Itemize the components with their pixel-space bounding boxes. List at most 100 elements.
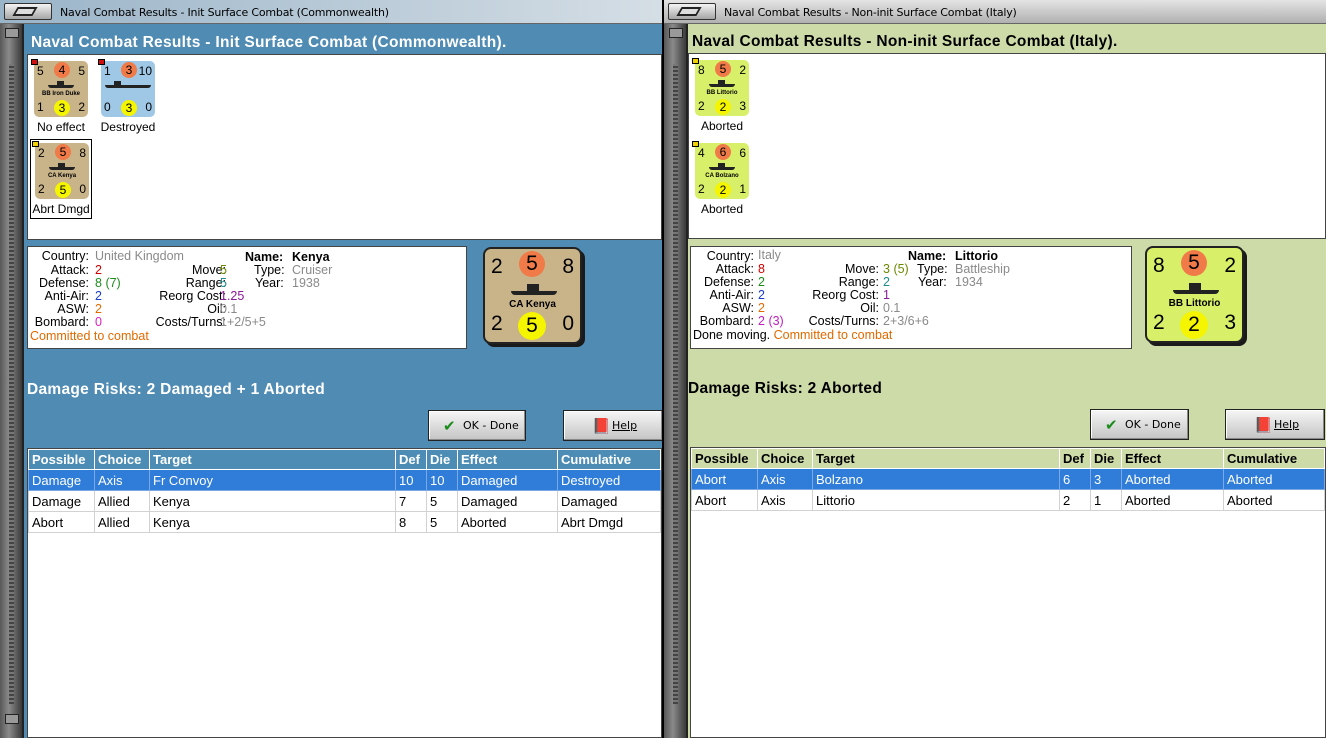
column-header-possible[interactable]: Possible [691, 448, 758, 469]
unit-counter-cell[interactable]: 5 4 5 BB Iron Duke 1 3 2 No effect [30, 58, 92, 138]
counter-result-label: Abrt Dmgd [32, 202, 90, 216]
column-header-choice[interactable]: Choice [757, 448, 813, 469]
table-row[interactable]: Damage Axis Fr Convoy 10 10 Damaged Dest… [28, 469, 661, 491]
help-label: Help [612, 419, 638, 432]
counter-attack: 4 [698, 146, 705, 160]
table-row[interactable]: Damage Allied Kenya 7 5 Damaged Damaged [28, 490, 661, 512]
bombard-value: 0 [95, 315, 102, 329]
unit-counter[interactable]: 8 5 2 BB Littorio 2 2 3 [692, 58, 749, 116]
counter-range: 0 [79, 182, 86, 196]
help-button[interactable]: 📕 Help [563, 410, 662, 441]
costs-label: Costs/Turns: [155, 315, 226, 329]
ok-done-button[interactable]: ✔ OK - Done [1090, 409, 1189, 440]
counter-range: 0 [145, 100, 152, 114]
help-button[interactable]: 📕 Help [1225, 409, 1325, 440]
cell-possible: Abort [691, 468, 758, 490]
counter-attack: 2 [491, 255, 503, 278]
table-row[interactable]: Abort Allied Kenya 8 5 Aborted Abrt Dmgd [28, 511, 661, 533]
cell-cumulative: Aborted [1223, 489, 1325, 511]
frame-stripe [9, 64, 14, 704]
damage-risks-text: Damage Risks: 2 Aborted [688, 380, 883, 397]
cell-choice: Axis [757, 468, 813, 490]
unit-panel: 5 4 5 BB Iron Duke 1 3 2 No effect 1 3 1… [27, 54, 662, 240]
cell-choice: Allied [94, 490, 150, 512]
column-header-die[interactable]: Die [1090, 448, 1122, 469]
window-side-frame [664, 24, 688, 738]
combat-results-table: Possible Choice Target Def Die Effect Cu… [27, 448, 662, 738]
counter-move: 2 [715, 99, 731, 115]
cell-choice: Allied [94, 511, 150, 533]
right-combat-window: Naval Combat Results - Non-init Surface … [664, 0, 1326, 738]
counter-defense: 2 [739, 63, 746, 77]
column-header-def[interactable]: Def [1059, 448, 1091, 469]
unit-counter[interactable]: 5 4 5 BB Iron Duke 1 3 2 [31, 59, 88, 117]
ok-done-button[interactable]: ✔ OK - Done [428, 410, 526, 441]
cell-def: 10 [395, 469, 427, 491]
unit-counter-cell[interactable]: 1 3 10 0 3 0 Destroyed [97, 58, 159, 138]
column-header-effect[interactable]: Effect [1121, 448, 1224, 469]
unit-counter-cell[interactable]: 2 5 8 CA Kenya 2 5 0 Abrt Dmgd [30, 139, 92, 219]
column-header-choice[interactable]: Choice [94, 449, 150, 470]
counter-defense: 8 [562, 255, 574, 278]
cell-possible: Damage [28, 490, 95, 512]
selected-unit-counter: 8 5 2 BB Littorio 2 2 3 [1145, 246, 1244, 343]
column-header-cumulative[interactable]: Cumulative [1223, 448, 1325, 469]
counter-factor: 5 [55, 144, 71, 160]
cell-target: Littorio [812, 489, 1060, 511]
ship-icon [1173, 283, 1219, 294]
cell-target: Bolzano [812, 468, 1060, 490]
column-header-target[interactable]: Target [812, 448, 1060, 469]
unit-counter[interactable]: 1 3 10 0 3 0 [98, 59, 155, 117]
counter-move: 5 [518, 312, 546, 340]
window-menu-icon [12, 7, 38, 16]
counter-move: 5 [55, 182, 71, 198]
cell-effect: Aborted [457, 511, 558, 533]
column-header-target[interactable]: Target [149, 449, 396, 470]
table-row[interactable]: Abort Axis Littorio 2 1 Aborted Aborted [691, 489, 1325, 511]
column-header-def[interactable]: Def [395, 449, 427, 470]
window-system-button[interactable] [4, 3, 52, 20]
bombard-label: Bombard: [699, 314, 754, 328]
frame-stripe [673, 64, 678, 704]
column-header-cumulative[interactable]: Cumulative [557, 449, 661, 470]
counter-range: 3 [739, 99, 746, 113]
window-titlebar[interactable]: Naval Combat Results - Init Surface Comb… [0, 0, 662, 24]
counter-aa: 2 [698, 182, 705, 196]
status-text: Committed to combat [30, 329, 149, 343]
cell-possible: Abort [691, 489, 758, 511]
counter-defense: 8 [79, 146, 86, 160]
counter-move: 2 [1180, 311, 1208, 339]
cell-possible: Damage [28, 469, 95, 491]
counter-aa: 2 [698, 99, 705, 113]
year-label: Year: [255, 276, 284, 290]
counter-name: BB Littorio [706, 90, 738, 96]
counter-result-label: Destroyed [100, 120, 156, 134]
costs-label: Costs/Turns: [808, 314, 879, 328]
unit-counter[interactable]: 4 6 6 CA Bolzano 2 2 1 [692, 141, 749, 199]
defense-value: 8 [95, 276, 102, 290]
counter-move: 3 [54, 100, 70, 116]
column-header-effect[interactable]: Effect [457, 449, 558, 470]
checkmark-icon: ✔ [1105, 416, 1118, 434]
move-value: 3 [883, 262, 890, 276]
cell-def: 2 [1059, 489, 1091, 511]
unit-counter-cell[interactable]: 8 5 2 BB Littorio 2 2 3 Aborted [691, 57, 753, 137]
cell-target: Fr Convoy [149, 469, 396, 491]
cell-effect: Damaged [457, 490, 558, 512]
counter-factor: 4 [54, 62, 70, 78]
counter-attack: 2 [38, 146, 45, 160]
table-row[interactable]: Abort Axis Bolzano 6 3 Aborted Aborted [691, 468, 1325, 490]
help-label: Help [1274, 418, 1300, 431]
unit-counter[interactable]: 2 5 8 CA Kenya 2 5 0 [32, 141, 89, 199]
column-header-possible[interactable]: Possible [28, 449, 95, 470]
window-system-button[interactable] [668, 3, 716, 20]
cell-choice: Axis [94, 469, 150, 491]
window-titlebar[interactable]: Naval Combat Results - Non-init Surface … [664, 0, 1326, 24]
unit-counter-cell[interactable]: 4 6 6 CA Bolzano 2 2 1 Aborted [691, 140, 753, 220]
column-header-die[interactable]: Die [426, 449, 458, 470]
counter-aa: 2 [1153, 311, 1165, 334]
bombard-value: 2 [758, 314, 765, 328]
counter-range: 1 [739, 182, 746, 196]
dialog-title: Naval Combat Results - Init Surface Comb… [31, 34, 507, 51]
checkmark-icon: ✔ [443, 417, 456, 435]
